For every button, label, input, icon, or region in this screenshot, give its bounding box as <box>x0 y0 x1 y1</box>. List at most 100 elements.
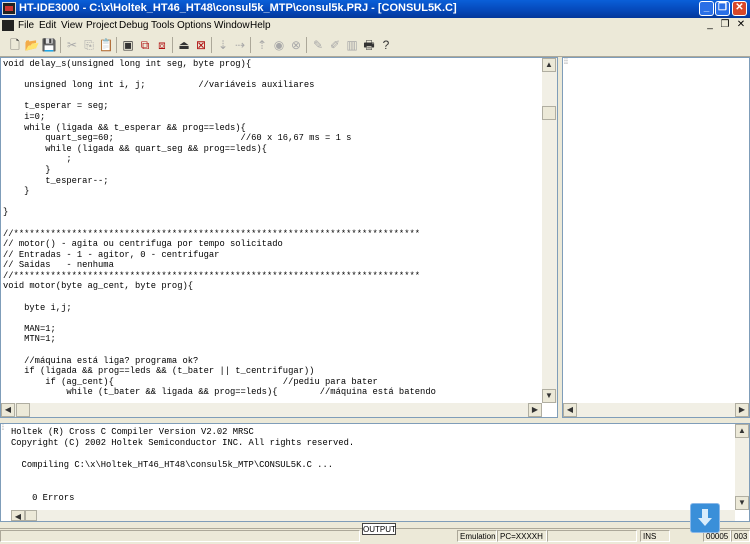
reset-icon[interactable]: ⏏ <box>176 37 192 53</box>
power-on-icon[interactable]: ⊠ <box>193 37 209 53</box>
status-pc: PC=XXXXH <box>497 530 547 542</box>
scroll-left-button[interactable]: ◀ <box>1 403 15 417</box>
code-line: // motor() - agita ou centrifuga por tem… <box>3 239 283 250</box>
child-restore-button[interactable]: ❐ <box>719 20 731 31</box>
open-folder-icon[interactable]: 📂 <box>24 37 40 53</box>
output-tab[interactable]: OUTPUT <box>362 523 396 535</box>
menu-options[interactable]: Options <box>177 20 211 31</box>
status-col: 003 <box>731 530 750 542</box>
code-area[interactable]: void delay_s(unsigned long int seg, byte… <box>3 59 543 400</box>
side-scroll-right-button[interactable]: ▶ <box>735 403 749 417</box>
output-scroll-down-button[interactable]: ▼ <box>735 496 749 510</box>
code-line: if (ag_cent){ //pediu para bater <box>3 376 378 387</box>
menu-view[interactable]: View <box>61 20 83 31</box>
code-editor[interactable]: void delay_s(unsigned long int seg, byte… <box>0 57 558 418</box>
code-line: unsigned long int i, j; //variáveis auxi… <box>3 80 315 91</box>
code-line: } <box>3 164 51 175</box>
child-minimize-button[interactable]: _ <box>704 20 716 31</box>
save-icon[interactable]: 💾 <box>41 37 57 53</box>
output-vertical-scrollbar[interactable]: ▲ ▼ <box>735 424 749 510</box>
down-arrow-icon <box>698 509 712 527</box>
cut-icon[interactable]: ✂ <box>64 37 80 53</box>
build-icon[interactable]: ▣ <box>120 37 136 53</box>
close-button[interactable]: ✕ <box>732 1 747 16</box>
side-horizontal-scrollbar[interactable]: ◀ ▶ <box>563 403 749 417</box>
code-line: MTN=1; <box>3 334 56 345</box>
status-mode: Emulation <box>457 530 497 542</box>
menu-bar: File Edit View Project Debug Tools Optio… <box>0 18 750 34</box>
output-line: Copyright (C) 2002 Holtek Semiconductor … <box>11 438 355 448</box>
status-message <box>0 530 360 542</box>
breakpoint-icon[interactable]: ◉ <box>271 37 287 53</box>
watch-icon[interactable]: ✎ <box>310 37 326 53</box>
output-hscroll-thumb[interactable] <box>25 510 37 521</box>
menu-debug[interactable]: Debug <box>119 20 148 31</box>
app-icon[interactable] <box>2 2 16 15</box>
code-line: t_esperar = seg; <box>3 101 109 112</box>
scroll-right-button[interactable]: ▶ <box>528 403 542 417</box>
menu-window[interactable]: Window <box>214 20 250 31</box>
download-arrow-button[interactable] <box>690 503 720 533</box>
code-line: // Saidas - nenhuma <box>3 260 114 271</box>
scroll-thumb[interactable] <box>542 106 556 120</box>
menu-project[interactable]: Project <box>86 20 117 31</box>
child-close-button[interactable]: ✕ <box>735 20 747 31</box>
menu-file[interactable]: File <box>18 20 34 31</box>
clear-breakpoint-icon[interactable]: ⊗ <box>288 37 304 53</box>
step-over-icon[interactable]: ⇢ <box>232 37 248 53</box>
step-into-icon[interactable]: ⇣ <box>215 37 231 53</box>
output-line: 0 Errors <box>11 493 75 503</box>
editor-horizontal-scrollbar[interactable]: ◀ ▶ <box>1 403 542 417</box>
output-line: Holtek (R) Cross C Compiler Version V2.0… <box>11 427 254 437</box>
stop-build-icon[interactable]: ⧈ <box>154 37 170 53</box>
code-line: quart_seg=60; //60 x 16,67 ms = 1 s <box>3 133 352 144</box>
print-icon[interactable]: 🖶 <box>361 37 377 53</box>
hscroll-thumb[interactable] <box>16 403 30 417</box>
code-line: void motor(byte ag_cent, byte prog){ <box>3 281 194 292</box>
menu-help[interactable]: Help <box>250 20 271 31</box>
help-icon[interactable]: ? <box>378 37 394 53</box>
code-line: } <box>3 207 9 218</box>
code-line: } <box>3 186 30 197</box>
code-line: MAN=1; <box>3 323 56 334</box>
scroll-down-button[interactable]: ▼ <box>542 389 556 403</box>
output-pane[interactable]: ⁞ Holtek (R) Cross C Compiler Version V2… <box>0 423 750 522</box>
title-bar[interactable]: HT-IDE3000 - C:\x\Holtek_HT46_HT48\consu… <box>0 0 750 18</box>
output-scroll-up-button[interactable]: ▲ <box>735 424 749 438</box>
code-line: //**************************************… <box>3 228 421 239</box>
code-line: void delay_s(unsigned long int seg, byte… <box>3 59 252 69</box>
disasm-icon[interactable]: ✐ <box>327 37 343 53</box>
code-line: i=0; <box>3 111 46 122</box>
status-empty <box>547 530 637 542</box>
editor-vertical-scrollbar[interactable]: ▲ ▼ <box>542 58 557 403</box>
rebuild-icon[interactable]: ⧉ <box>137 37 153 53</box>
code-line: while (t_bater && ligada && prog==leds){… <box>3 387 436 398</box>
toolbar: 🗋 📂 💾 ✂ ⎘ 📋 ▣ ⧉ ⧈ ⏏ ⊠ ⇣ ⇢ ⇡ ◉ ⊗ ✎ ✐ ▥ 🖶 … <box>0 34 750 57</box>
pane-grip[interactable]: ⁞⁞ <box>564 59 574 67</box>
memory-icon[interactable]: ▥ <box>344 37 360 53</box>
step-out-icon[interactable]: ⇡ <box>254 37 270 53</box>
side-scroll-left-button[interactable]: ◀ <box>563 403 577 417</box>
side-pane[interactable]: ⁞⁞ ◀ ▶ <box>562 57 750 418</box>
menu-tools[interactable]: Tools <box>151 20 174 31</box>
maximize-button[interactable]: ❐ <box>715 1 730 16</box>
scroll-up-button[interactable]: ▲ <box>542 58 556 72</box>
new-file-icon[interactable]: 🗋 <box>7 37 23 53</box>
code-line: // Entradas - 1 - agitor, 0 - centrifuga… <box>3 249 220 260</box>
minimize-button[interactable]: _ <box>699 1 714 16</box>
output-scroll-left-button[interactable]: ◀ <box>11 510 25 521</box>
code-line: if (ligada && prog==leds && (t_bater || … <box>3 366 315 377</box>
document-icon[interactable] <box>2 20 14 31</box>
paste-icon[interactable]: 📋 <box>98 37 114 53</box>
code-line: byte i,j; <box>3 302 72 313</box>
code-line: //**************************************… <box>3 270 421 281</box>
code-line: ; <box>3 154 72 165</box>
copy-icon[interactable]: ⎘ <box>81 37 97 53</box>
output-horizontal-scrollbar[interactable]: ◀ <box>11 510 735 521</box>
output-line: Compiling C:\x\Holtek_HT46_HT48\consul5k… <box>11 460 334 470</box>
menu-edit[interactable]: Edit <box>39 20 56 31</box>
